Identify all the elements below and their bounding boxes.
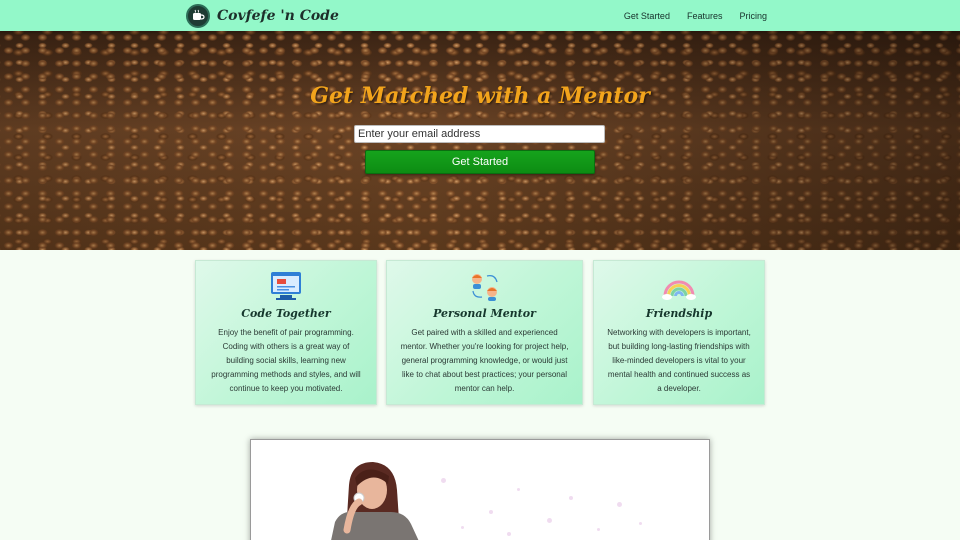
feature-title: Code Together bbox=[241, 307, 331, 320]
hero-title: Get Matched with a Mentor bbox=[310, 83, 650, 109]
feature-card-code-together: Code Together Enjoy the benefit of pair … bbox=[195, 260, 377, 405]
code-window-icon bbox=[196, 270, 376, 302]
woman-drinking-coffee-illustration bbox=[331, 462, 419, 540]
rainbow-icon bbox=[594, 270, 764, 302]
top-navbar: Covfefe 'n Code Get Started Features Pri… bbox=[0, 0, 960, 31]
email-input[interactable] bbox=[354, 125, 605, 143]
features-section: Code Together Enjoy the benefit of pair … bbox=[0, 260, 960, 406]
coffee-cup-logo-icon bbox=[186, 3, 210, 28]
hero-banner: Get Matched with a Mentor Get Started bbox=[0, 31, 960, 250]
feature-description: Get paired with a skilled and experience… bbox=[400, 328, 569, 393]
mentor-exchange-icon bbox=[387, 270, 582, 302]
showcase-image-frame bbox=[250, 439, 710, 540]
nav-link-pricing[interactable]: Pricing bbox=[739, 11, 767, 21]
feature-title: Personal Mentor bbox=[433, 307, 536, 320]
nav-link-features[interactable]: Features bbox=[687, 11, 723, 21]
feature-description: Networking with developers is important,… bbox=[607, 328, 751, 393]
nav-links: Get Started Features Pricing bbox=[607, 0, 767, 31]
feature-title: Friendship bbox=[645, 307, 713, 320]
brand-name: Covfefe 'n Code bbox=[217, 7, 339, 24]
feature-description: Enjoy the benefit of pair programming. C… bbox=[211, 328, 361, 393]
hero-content: Get Matched with a Mentor Get Started bbox=[0, 31, 960, 250]
nav-link-get-started[interactable]: Get Started bbox=[624, 11, 670, 21]
get-started-button[interactable]: Get Started bbox=[365, 150, 595, 174]
brand[interactable]: Covfefe 'n Code bbox=[186, 3, 339, 28]
feature-card-friendship: Friendship Networking with developers is… bbox=[593, 260, 765, 405]
feature-card-personal-mentor: Personal Mentor Get paired with a skille… bbox=[386, 260, 583, 405]
